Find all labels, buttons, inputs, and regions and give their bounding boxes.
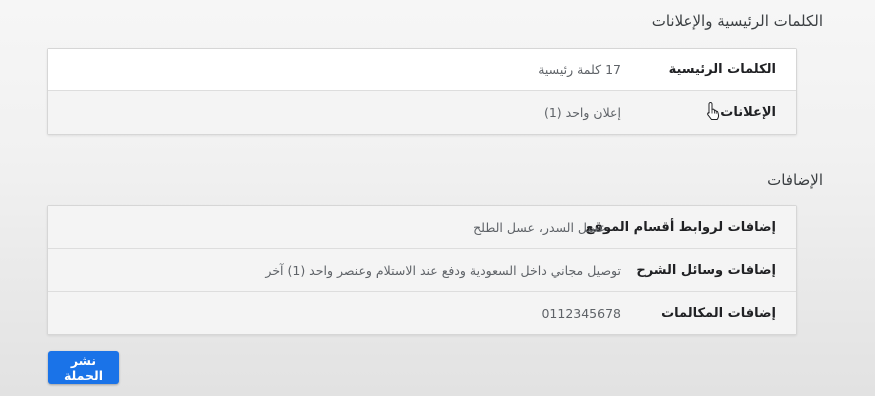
hand-pointer-icon	[707, 101, 720, 120]
call-extensions-row[interactable]: إضافات المكالمات 0112345678	[48, 292, 796, 334]
ads-label: الإعلانات	[720, 105, 776, 120]
sitelink-extensions-label: إضافات لروابط أقسام الموقع	[585, 219, 776, 235]
keywords-ads-card: الكلمات الرئيسية 17 كلمة رئيسية الإعلانا…	[47, 48, 797, 135]
ads-row[interactable]: الإعلانات إعلان واحد (1)	[48, 91, 796, 134]
callout-extensions-label: إضافات وسائل الشرح	[636, 262, 776, 278]
call-extensions-value: 0112345678	[541, 305, 621, 321]
ads-value: إعلان واحد (1)	[543, 105, 621, 120]
extensions-section-title: الإضافات	[767, 171, 823, 189]
callout-extensions-value: توصيل مجاني داخل السعودية ودفع عند الاست…	[265, 262, 621, 278]
call-extensions-label: إضافات المكالمات	[661, 305, 776, 321]
keywords-row[interactable]: الكلمات الرئيسية 17 كلمة رئيسية	[48, 49, 796, 91]
sitelink-extensions-value: عسل السدر، عسل الطلح	[473, 219, 606, 235]
publish-campaign-button[interactable]: نشر الحملة	[48, 351, 119, 384]
keywords-label: الكلمات الرئيسية	[668, 62, 776, 77]
callout-extensions-row[interactable]: إضافات وسائل الشرح توصيل مجاني داخل السع…	[48, 249, 796, 292]
extensions-card: إضافات لروابط أقسام الموقع عسل السدر، عس…	[47, 205, 797, 335]
sitelink-extensions-row[interactable]: إضافات لروابط أقسام الموقع عسل السدر، عس…	[48, 206, 796, 249]
keywords-ads-section-title: الكلمات الرئيسية والإعلانات	[651, 12, 823, 30]
keywords-value: 17 كلمة رئيسية	[538, 62, 621, 77]
